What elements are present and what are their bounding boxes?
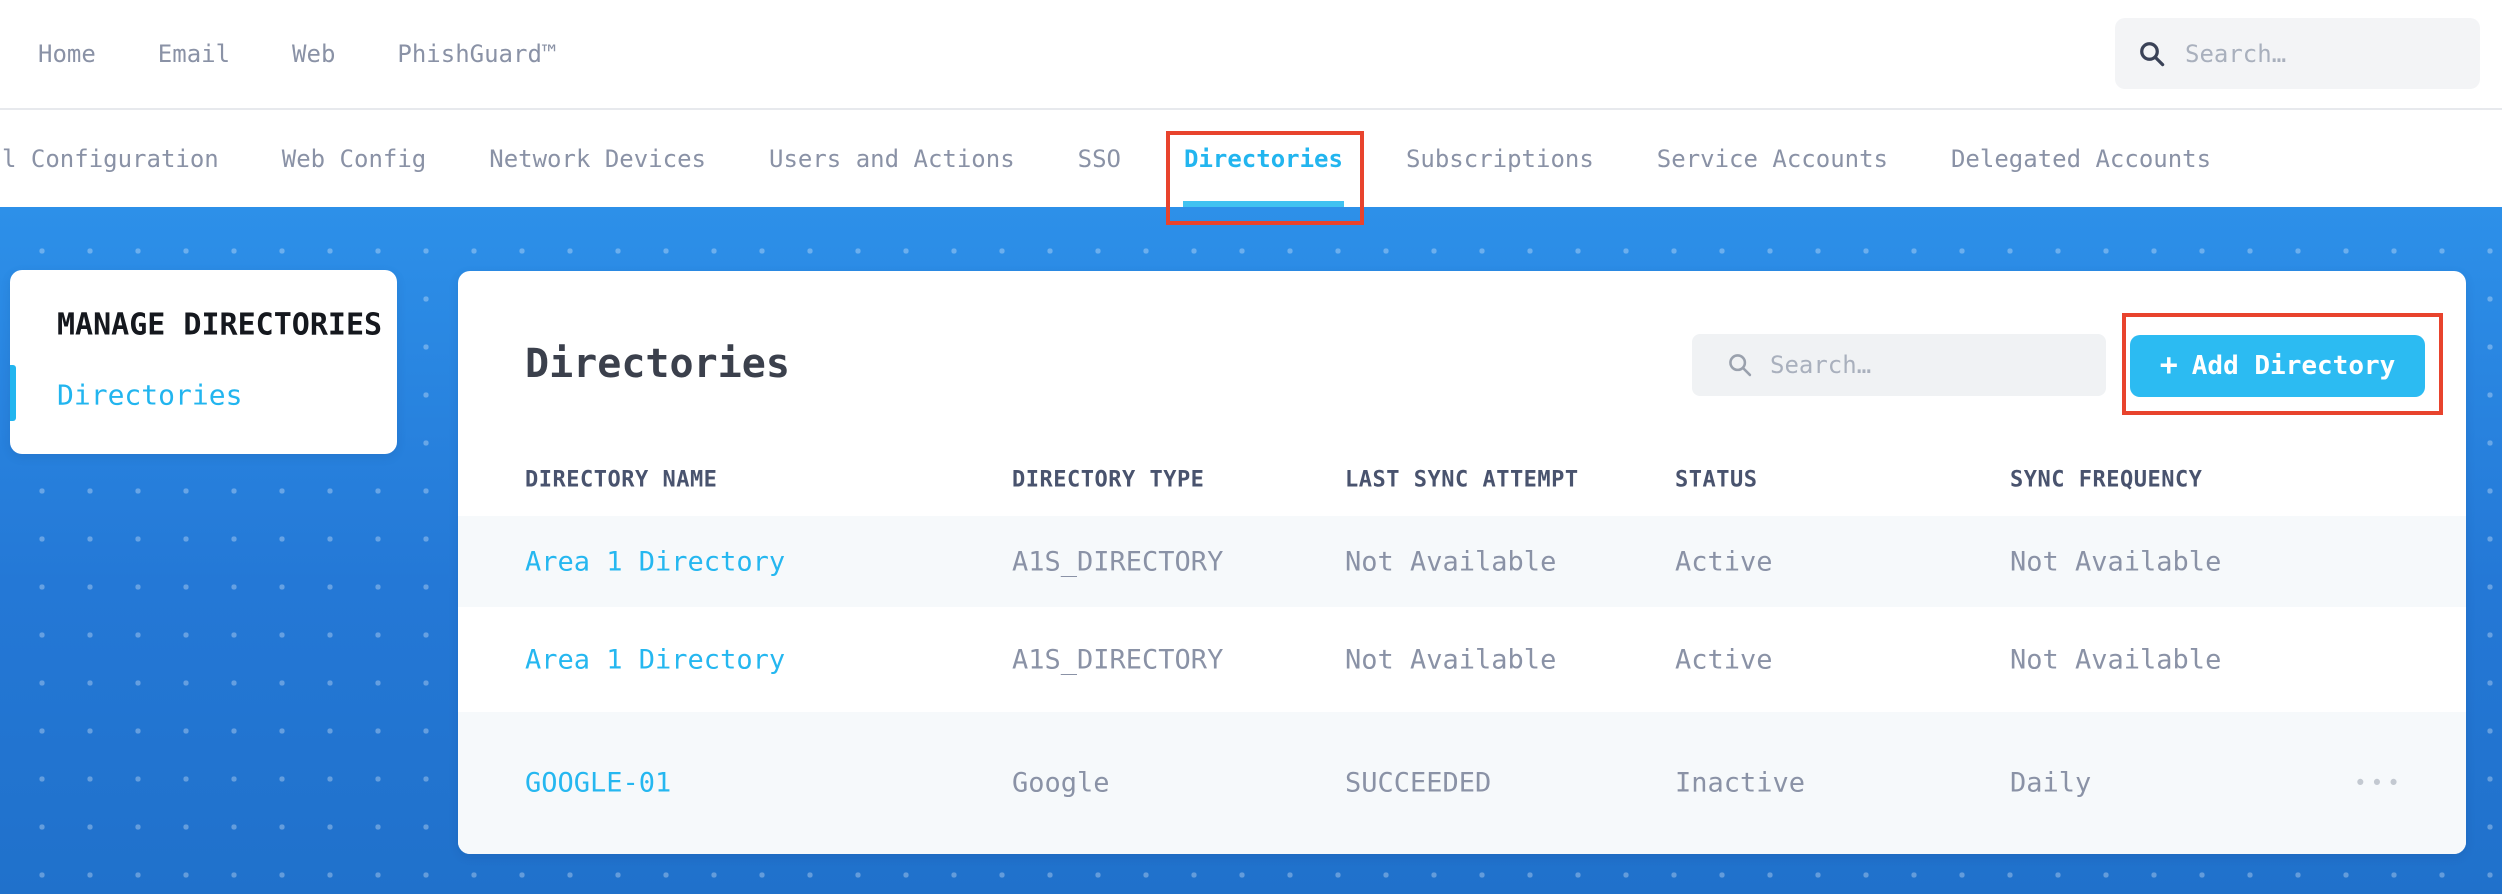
- manage-directories-card: MANAGE DIRECTORIES Directories: [10, 270, 397, 454]
- directory-name-link[interactable]: GOOGLE-01: [525, 768, 671, 799]
- column-header-last-sync-attempt: LAST SYNC ATTEMPT: [1345, 467, 1579, 493]
- directories-panel: Directories + Add Directory DIRECTORY NA…: [458, 271, 2466, 854]
- last-sync-value: Not Available: [1345, 644, 1557, 675]
- tab-sso[interactable]: SSO: [1078, 110, 1121, 207]
- column-header-sync-frequency: SYNC FREQUENCY: [2010, 467, 2203, 493]
- tab-subscriptions[interactable]: Subscriptions: [1406, 110, 1594, 207]
- nav-item-web[interactable]: Web: [292, 40, 335, 68]
- directory-type-value: Google: [1012, 767, 1110, 799]
- settings-tab-bar: l Configuration Web Config Network Devic…: [0, 110, 2502, 225]
- page-title: Directories: [525, 341, 790, 387]
- tab-delegated-accounts[interactable]: Delegated Accounts: [1951, 110, 2211, 207]
- plus-icon: +: [2159, 348, 2178, 383]
- table-row: Area 1 Directory A1S_DIRECTORY Not Avail…: [458, 607, 2466, 712]
- directory-type-value: A1S_DIRECTORY: [1012, 546, 1224, 577]
- sync-frequency-value: Not Available: [2010, 546, 2222, 577]
- tab-directories[interactable]: Directories: [1166, 110, 1364, 225]
- last-sync-value: Not Available: [1345, 546, 1557, 577]
- nav-item-phishguard[interactable]: PhishGuard™: [397, 40, 556, 68]
- sidebar-heading: MANAGE DIRECTORIES: [57, 307, 383, 343]
- add-directory-button[interactable]: + Add Directory: [2130, 335, 2425, 397]
- directory-type-value: A1S_DIRECTORY: [1012, 644, 1224, 675]
- search-icon: [2137, 39, 2167, 69]
- tab-network-devices[interactable]: Network Devices: [489, 110, 706, 207]
- search-icon: [1726, 351, 1754, 379]
- directory-name-link[interactable]: Area 1 Directory: [525, 546, 785, 577]
- tab-directories-label: Directories: [1184, 144, 1343, 173]
- top-nav: Home Email Web PhishGuard™: [0, 0, 2502, 110]
- directories-search-input[interactable]: [1770, 351, 2050, 379]
- nav-item-email[interactable]: Email: [158, 40, 230, 68]
- global-search-input[interactable]: [2185, 39, 2435, 68]
- column-header-directory-name: DIRECTORY NAME: [525, 467, 718, 493]
- status-value: Active: [1675, 644, 1773, 675]
- last-sync-value: SUCCEEDED: [1345, 767, 1492, 799]
- status-value: Active: [1675, 546, 1773, 577]
- directory-name-link[interactable]: Area 1 Directory: [525, 644, 785, 675]
- table-header-row: DIRECTORY NAME DIRECTORY TYPE LAST SYNC …: [458, 451, 2466, 509]
- content-area: MANAGE DIRECTORIES Directories Directori…: [0, 207, 2502, 894]
- sync-frequency-value: Not Available: [2010, 644, 2222, 675]
- global-search-box[interactable]: [2115, 18, 2480, 89]
- sidebar-item-directories[interactable]: Directories: [57, 379, 242, 412]
- tab-web-config[interactable]: Web Config: [282, 110, 427, 207]
- tab-email-configuration[interactable]: l Configuration: [2, 110, 219, 207]
- column-header-directory-type: DIRECTORY TYPE: [1012, 467, 1205, 493]
- table-row: Area 1 Directory A1S_DIRECTORY Not Avail…: [458, 516, 2466, 607]
- table-row: GOOGLE-01 Google SUCCEEDED Inactive Dail…: [458, 712, 2466, 854]
- nav-item-home[interactable]: Home: [38, 40, 96, 68]
- sidebar-active-indicator: [10, 365, 16, 421]
- column-header-status: STATUS: [1675, 467, 1758, 493]
- tab-service-accounts[interactable]: Service Accounts: [1657, 110, 1888, 207]
- directories-search-box[interactable]: [1692, 334, 2106, 396]
- add-directory-button-wrap: + Add Directory: [2122, 313, 2443, 415]
- status-value: Inactive: [1675, 767, 1806, 799]
- row-actions-ellipsis-icon[interactable]: •••: [2354, 771, 2404, 795]
- tab-users-and-actions[interactable]: Users and Actions: [769, 110, 1015, 207]
- active-tab-underline: [1183, 201, 1344, 207]
- add-directory-label: Add Directory: [2191, 351, 2396, 381]
- sync-frequency-value: Daily: [2010, 767, 2092, 799]
